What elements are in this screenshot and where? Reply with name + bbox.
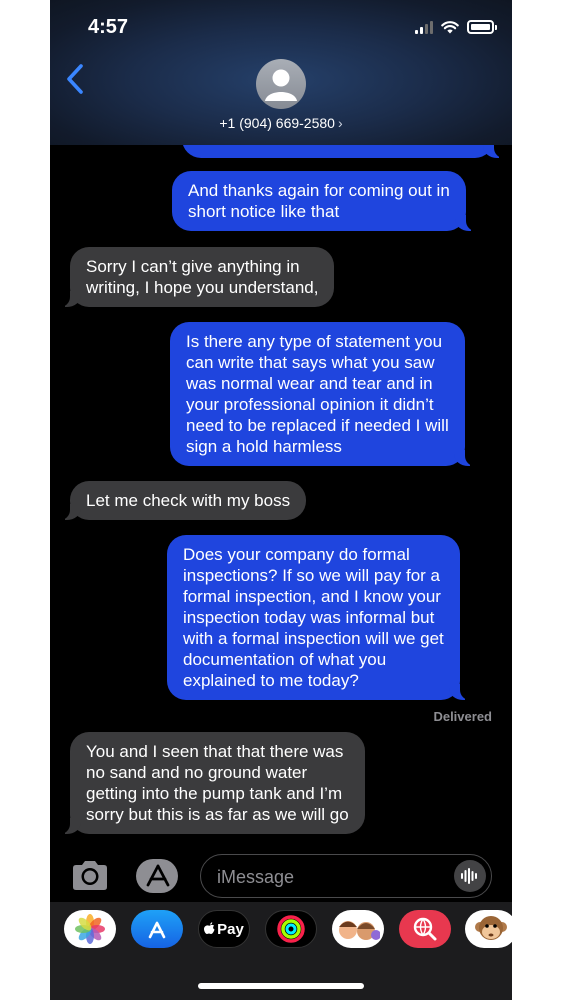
camera-icon[interactable] (70, 857, 110, 895)
back-chevron-icon[interactable] (64, 62, 86, 96)
activity-app-button[interactable] (265, 910, 317, 948)
message-input[interactable]: iMessage (200, 854, 492, 898)
delivery-status: Delivered (433, 709, 492, 724)
memoji-stickers-button[interactable] (332, 910, 384, 948)
message-input-placeholder: iMessage (217, 867, 295, 887)
chevron-right-icon: › (337, 115, 343, 131)
apple-pay-button[interactable]: Pay (198, 910, 250, 948)
contact-avatar[interactable] (256, 59, 306, 109)
phone-screen: And thanks again for coming out in short… (50, 0, 512, 1000)
person-icon (265, 69, 297, 101)
audio-message-button[interactable] (454, 860, 486, 892)
app-store-button[interactable] (131, 910, 183, 948)
memoji-icon (339, 921, 380, 940)
app-store-icon (148, 921, 166, 939)
message-bubble-received[interactable]: Sorry I can’t give anything in writing, … (58, 247, 335, 307)
right-margin (512, 0, 562, 1000)
activity-rings-icon (277, 915, 305, 943)
conversation-header: 4:57 +1 (904) 669-2580 › (50, 0, 512, 145)
message-bubble-received[interactable]: Let me check with my boss (58, 481, 307, 520)
app-store-icon (136, 859, 178, 893)
home-indicator[interactable] (198, 983, 364, 989)
monkey-icon (475, 916, 507, 940)
status-time: 4:57 (88, 16, 129, 38)
wifi-icon (441, 21, 459, 34)
cellular-signal-icon (415, 20, 433, 34)
apple-pay-label: Pay (217, 920, 244, 938)
waveform-icon (461, 868, 477, 884)
message-bubble-sent[interactable]: Is there any type of statement you can w… (170, 322, 476, 466)
photos-icon (75, 914, 105, 944)
photos-app-button[interactable] (64, 910, 116, 948)
battery-icon (467, 20, 497, 34)
globe-search-icon (413, 917, 437, 941)
images-search-button[interactable] (399, 910, 451, 948)
left-margin (0, 0, 50, 1000)
animoji-button[interactable] (465, 910, 512, 948)
contact-number: +1 (904) 669-2580 (219, 115, 335, 131)
app-drawer-button[interactable] (136, 858, 180, 894)
message-bubble-received[interactable]: You and I seen that that there was no sa… (59, 732, 365, 834)
status-icons (415, 20, 497, 34)
message-bubble-sent[interactable]: And thanks again for coming out in short… (172, 171, 477, 231)
contact-name-button[interactable]: +1 (904) 669-2580 › (50, 115, 512, 131)
apple-pay-icon (204, 922, 215, 934)
message-bubble-sent[interactable]: Does your company do formal inspections?… (167, 535, 471, 700)
